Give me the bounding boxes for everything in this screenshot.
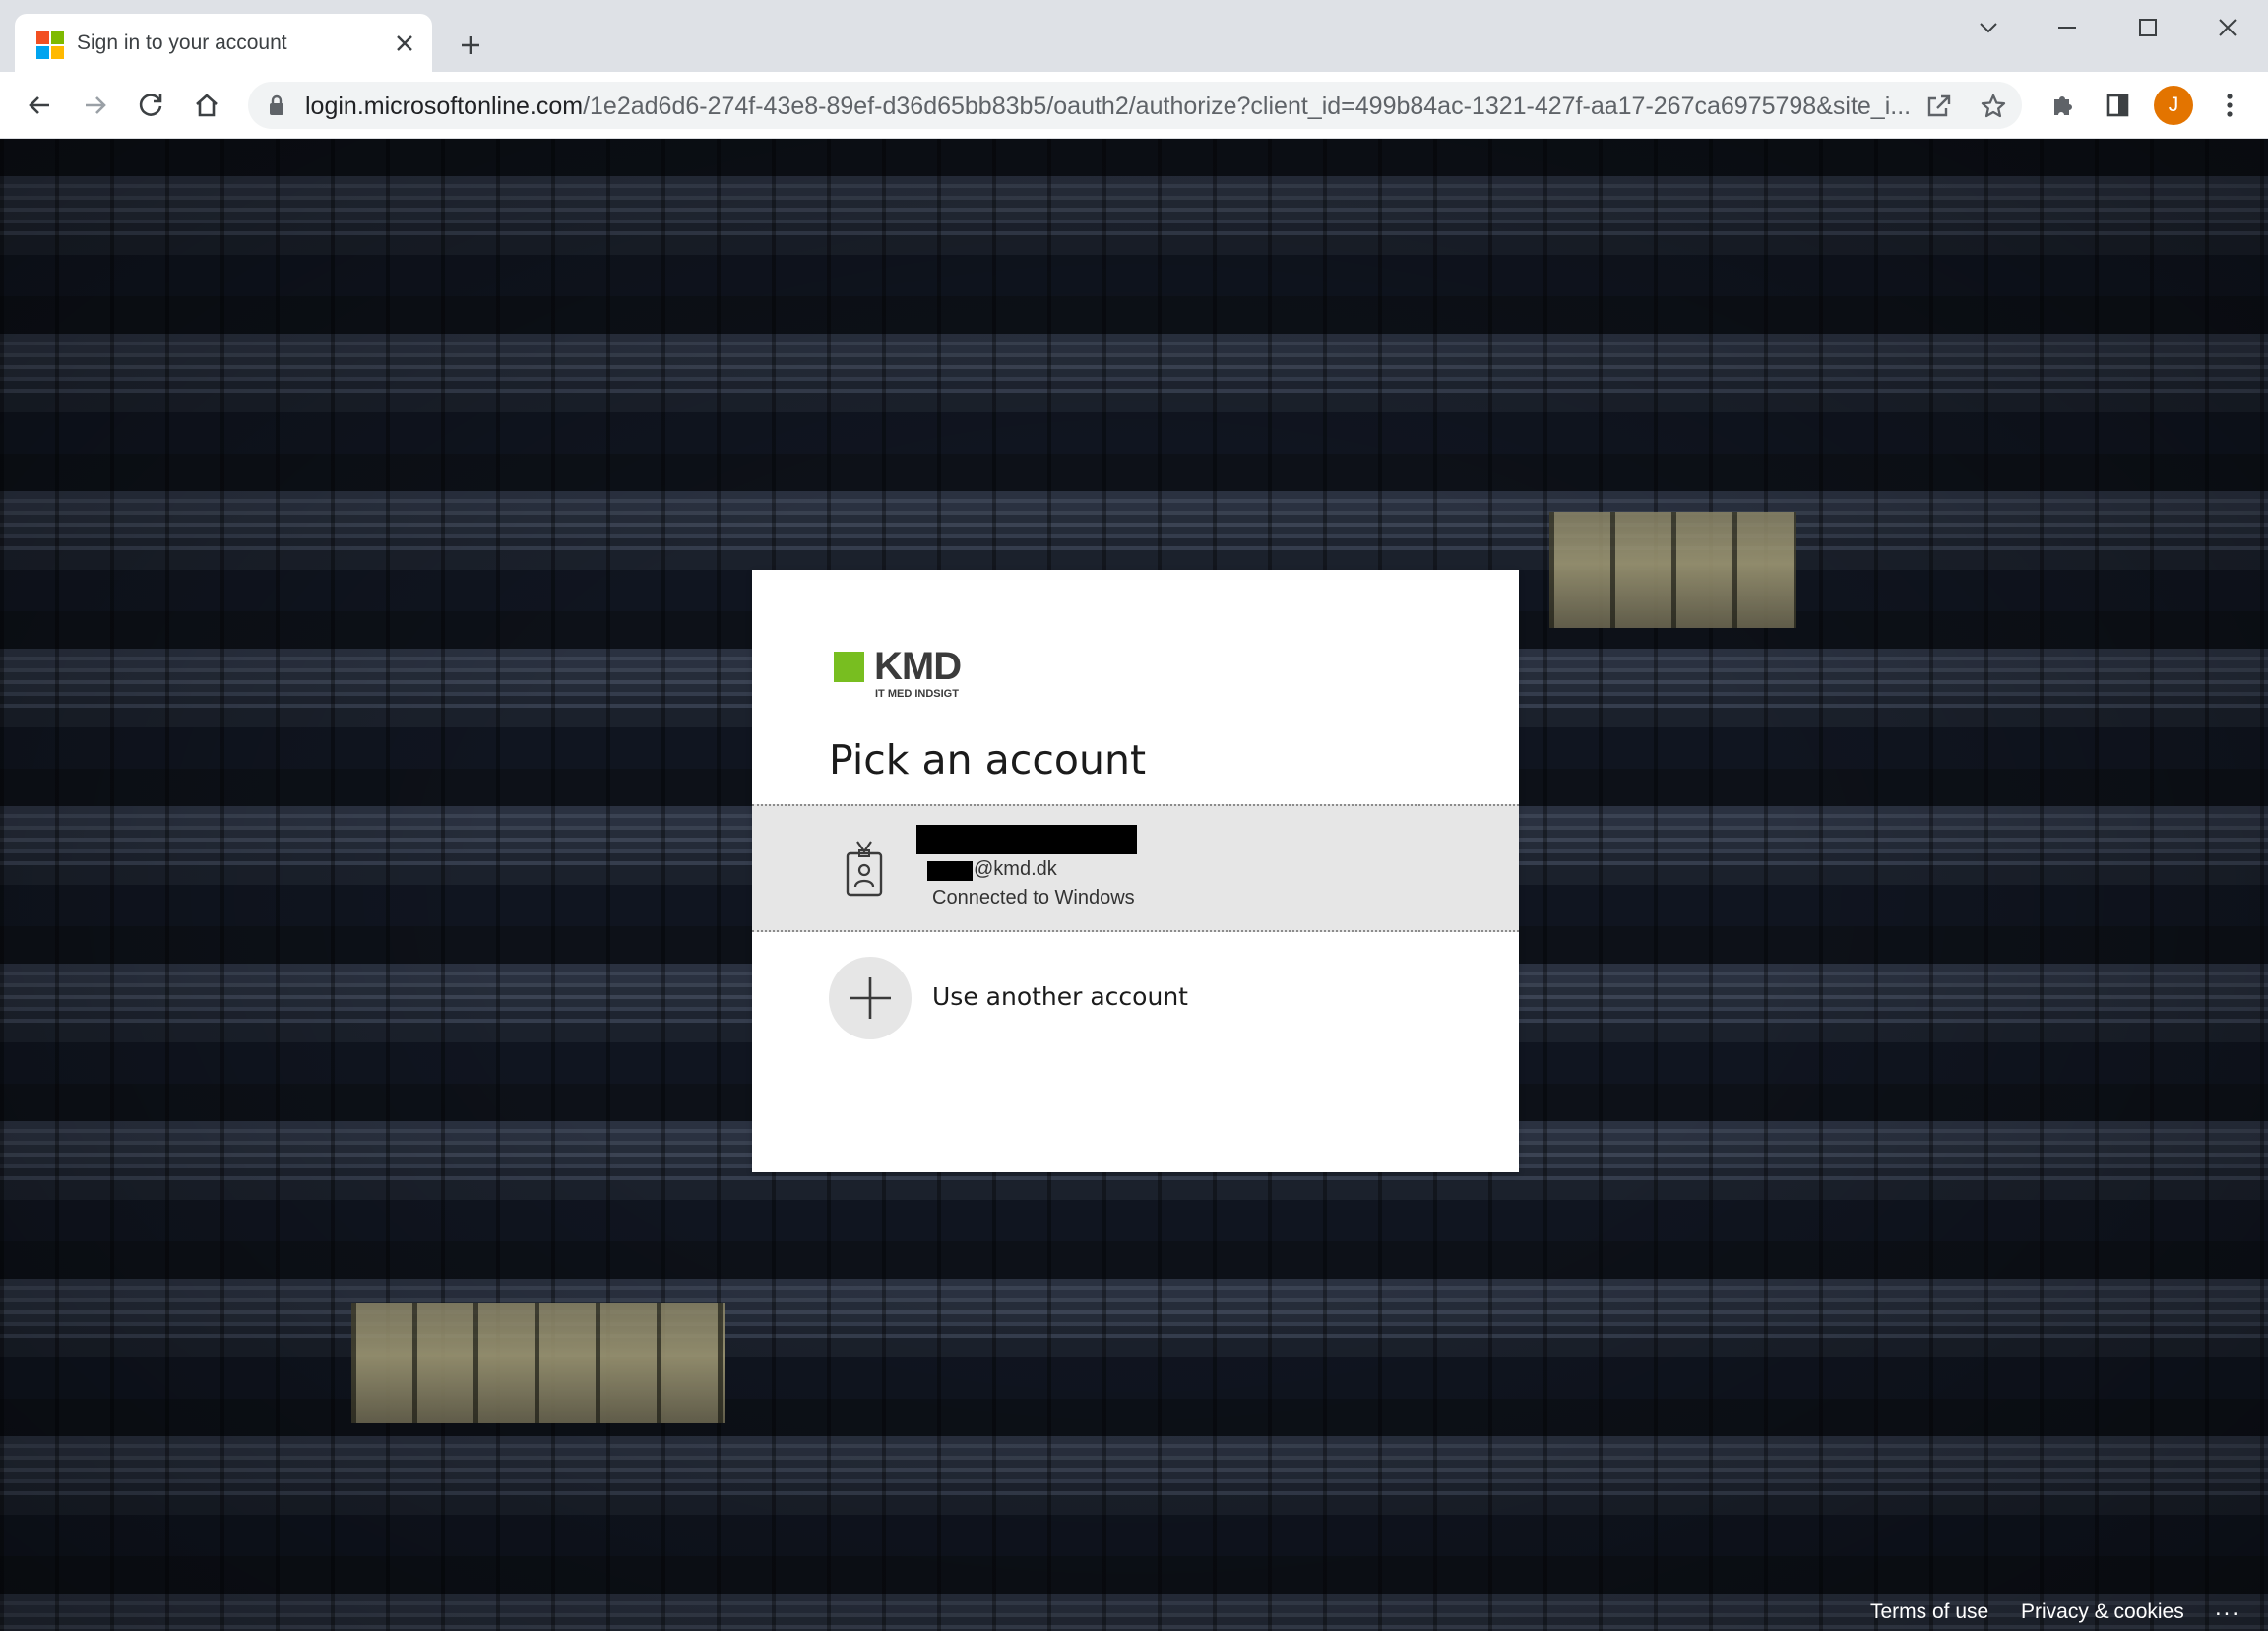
kmd-logo: KMD IT MED INDSIGT — [834, 645, 981, 706]
lock-icon[interactable] — [268, 94, 285, 121]
footer: Terms of use Privacy & cookies ... — [0, 1595, 2268, 1631]
redacted-username — [927, 861, 973, 881]
logo-wordmark: KMD — [874, 645, 962, 688]
new-tab-button[interactable] — [453, 28, 488, 63]
puzzle-icon[interactable] — [2043, 86, 2082, 125]
account-status: Connected to Windows — [932, 887, 1135, 909]
lit-window — [1549, 512, 1796, 628]
close-tab-icon[interactable] — [391, 30, 418, 57]
close-window-icon[interactable] — [2198, 8, 2257, 47]
tab-title: Sign in to your account — [77, 31, 287, 54]
use-another-account-label: Use another account — [932, 982, 1188, 1011]
privacy-cookies-link[interactable]: Privacy & cookies — [2021, 1600, 2184, 1624]
home-icon[interactable] — [187, 86, 226, 125]
account-email: @kmd.dk — [974, 858, 1057, 880]
star-icon[interactable] — [1977, 90, 2010, 123]
url-text[interactable]: login.microsoftonline.com/1e2ad6d6-274f-… — [305, 93, 1920, 121]
minimize-icon[interactable] — [2038, 8, 2097, 47]
address-bar[interactable]: login.microsoftonline.com/1e2ad6d6-274f-… — [248, 82, 2022, 129]
share-icon[interactable] — [1922, 90, 1955, 123]
id-badge-icon — [846, 840, 883, 897]
plus-icon — [829, 957, 912, 1039]
page-title: Pick an account — [829, 736, 1147, 784]
side-panel-icon[interactable] — [2098, 86, 2137, 125]
browser-tab[interactable]: Sign in to your account — [15, 14, 432, 72]
kebab-menu-icon[interactable] — [2210, 86, 2249, 125]
maximize-icon[interactable] — [2118, 8, 2177, 47]
back-arrow-icon[interactable] — [20, 86, 59, 125]
url-host: login.microsoftonline.com — [305, 93, 584, 120]
browser-toolbar: login.microsoftonline.com/1e2ad6d6-274f-… — [0, 72, 2268, 139]
logo-tagline: IT MED INDSIGT — [875, 688, 959, 700]
redacted-name — [916, 825, 1137, 854]
microsoft-logo-icon — [36, 31, 64, 59]
reload-icon[interactable] — [131, 86, 170, 125]
terms-of-use-link[interactable]: Terms of use — [1870, 1600, 1988, 1624]
tab-strip: Sign in to your account — [0, 0, 2268, 72]
logo-square — [834, 652, 864, 682]
tab-search-chevron-icon[interactable] — [1959, 8, 2018, 47]
url-path: /1e2ad6d6-274f-43e8-89ef-d36d65bb83b5/oa… — [583, 93, 1912, 120]
more-options-button[interactable]: ... — [2215, 1595, 2240, 1622]
profile-avatar[interactable]: J — [2154, 86, 2193, 125]
lit-window — [351, 1303, 725, 1423]
forward-arrow-icon[interactable] — [76, 86, 115, 125]
account-tile[interactable]: @kmd.dk Connected to Windows — [752, 804, 1519, 932]
use-another-account-button[interactable]: Use another account — [752, 946, 1519, 1044]
sign-in-card: KMD IT MED INDSIGT Pick an account @kmd.… — [752, 570, 1519, 1172]
